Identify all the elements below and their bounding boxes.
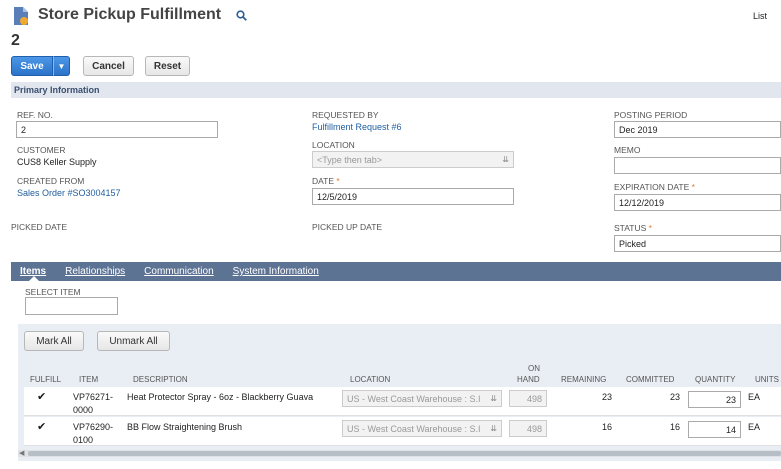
quantity-field[interactable]: 23 bbox=[688, 391, 741, 408]
primary-information-header[interactable]: Primary Information bbox=[11, 82, 781, 98]
item-code: VP76271- bbox=[73, 392, 114, 402]
picked-up-date-label: PICKED UP DATE bbox=[312, 222, 383, 232]
date-label: DATE * bbox=[312, 176, 340, 186]
mark-all-button[interactable]: Mark All bbox=[24, 331, 84, 351]
remaining-value: 23 bbox=[601, 392, 612, 402]
item-code: VP76290- bbox=[73, 422, 114, 432]
column-item: ITEM bbox=[79, 375, 99, 384]
column-committed: COMMITTED bbox=[626, 375, 675, 384]
tab-communication[interactable]: Communication bbox=[144, 266, 213, 277]
location-label: LOCATION bbox=[312, 140, 355, 150]
column-on-hand-line2: HAND bbox=[517, 375, 540, 384]
fulfill-checkbox[interactable]: ✔ bbox=[37, 422, 47, 433]
column-units: UNITS bbox=[755, 375, 779, 384]
column-quantity: QUANTITY bbox=[695, 375, 736, 384]
column-location: LOCATION bbox=[350, 375, 391, 384]
list-link[interactable]: List bbox=[753, 11, 767, 21]
row-location-field[interactable]: US - West Coast Warehouse : S.I ⇊ bbox=[342, 420, 502, 437]
status-label: STATUS * bbox=[614, 223, 652, 233]
save-button[interactable]: Save bbox=[11, 56, 53, 76]
search-icon[interactable] bbox=[236, 10, 247, 21]
tab-system-information[interactable]: System Information bbox=[233, 266, 319, 277]
memo-label: MEMO bbox=[614, 145, 641, 155]
quantity-field[interactable]: 14 bbox=[688, 421, 741, 438]
item-description: Heat Protector Spray - 6oz - Blackberry … bbox=[127, 392, 314, 402]
expiration-date-field[interactable]: 12/12/2019 bbox=[614, 194, 781, 211]
unmark-all-button[interactable]: Unmark All bbox=[97, 331, 170, 351]
scrollbar-thumb[interactable] bbox=[28, 451, 781, 456]
chevron-down-icon: ⇊ bbox=[502, 155, 509, 164]
picked-date-label: PICKED DATE bbox=[11, 222, 68, 232]
created-from-label: CREATED FROM bbox=[17, 176, 85, 186]
chevron-down-icon: ▼ bbox=[57, 61, 66, 71]
created-from-link[interactable]: Sales Order #SO3004157 bbox=[17, 188, 121, 198]
customer-value: CUS8 Keller Supply bbox=[17, 157, 97, 167]
reset-button[interactable]: Reset bbox=[145, 56, 190, 76]
column-description: DESCRIPTION bbox=[133, 375, 188, 384]
committed-value: 16 bbox=[669, 422, 680, 432]
column-on-hand-line1: ON bbox=[528, 364, 540, 373]
item-description: BB Flow Straightening Brush bbox=[127, 422, 243, 432]
committed-value: 23 bbox=[669, 392, 680, 402]
units-value: EA bbox=[748, 392, 761, 402]
select-item-label: SELECT ITEM bbox=[25, 287, 81, 297]
posting-period-label: POSTING PERIOD bbox=[614, 110, 688, 120]
requested-by-link[interactable]: Fulfillment Request #6 bbox=[312, 122, 402, 132]
tab-relationships[interactable]: Relationships bbox=[65, 266, 125, 277]
record-number: 2 bbox=[11, 32, 20, 49]
ref-no-field[interactable]: 2 bbox=[16, 121, 218, 138]
on-hand-value: 498 bbox=[509, 420, 547, 437]
chevron-down-icon: ⇊ bbox=[490, 424, 497, 433]
column-remaining: REMAINING bbox=[561, 375, 607, 384]
row-location-field[interactable]: US - West Coast Warehouse : S.I ⇊ bbox=[342, 390, 502, 407]
expiration-date-label: EXPIRATION DATE * bbox=[614, 182, 695, 192]
item-code-suffix: 0000 bbox=[73, 405, 94, 415]
location-placeholder: <Type then tab> bbox=[317, 155, 383, 165]
fulfill-checkbox[interactable]: ✔ bbox=[37, 392, 47, 403]
ref-no-label: REF. NO. bbox=[17, 110, 53, 120]
memo-field[interactable] bbox=[614, 157, 781, 174]
status-field[interactable]: Picked bbox=[614, 235, 781, 252]
save-options-button[interactable]: ▼ bbox=[53, 56, 70, 76]
page-title: Store Pickup Fulfillment bbox=[38, 6, 222, 23]
chevron-down-icon: ⇊ bbox=[490, 394, 497, 403]
remaining-value: 16 bbox=[601, 422, 612, 432]
scroll-left-icon[interactable]: ◀ bbox=[19, 449, 24, 457]
select-item-field[interactable] bbox=[25, 297, 118, 315]
on-hand-value: 498 bbox=[509, 390, 547, 407]
subtab-bar: Items Relationships Communication System… bbox=[11, 262, 781, 281]
document-icon bbox=[14, 7, 28, 25]
column-fulfill: FULFILL bbox=[30, 375, 62, 384]
units-value: EA bbox=[748, 422, 761, 432]
customer-label: CUSTOMER bbox=[17, 145, 66, 155]
item-code-suffix: 0100 bbox=[73, 435, 94, 445]
cancel-button[interactable]: Cancel bbox=[83, 56, 134, 76]
location-field[interactable]: <Type then tab> ⇊ bbox=[312, 151, 514, 168]
requested-by-label: REQUESTED BY bbox=[312, 110, 379, 120]
posting-period-field[interactable]: Dec 2019 bbox=[614, 121, 781, 138]
date-field[interactable]: 12/5/2019 bbox=[312, 188, 514, 205]
